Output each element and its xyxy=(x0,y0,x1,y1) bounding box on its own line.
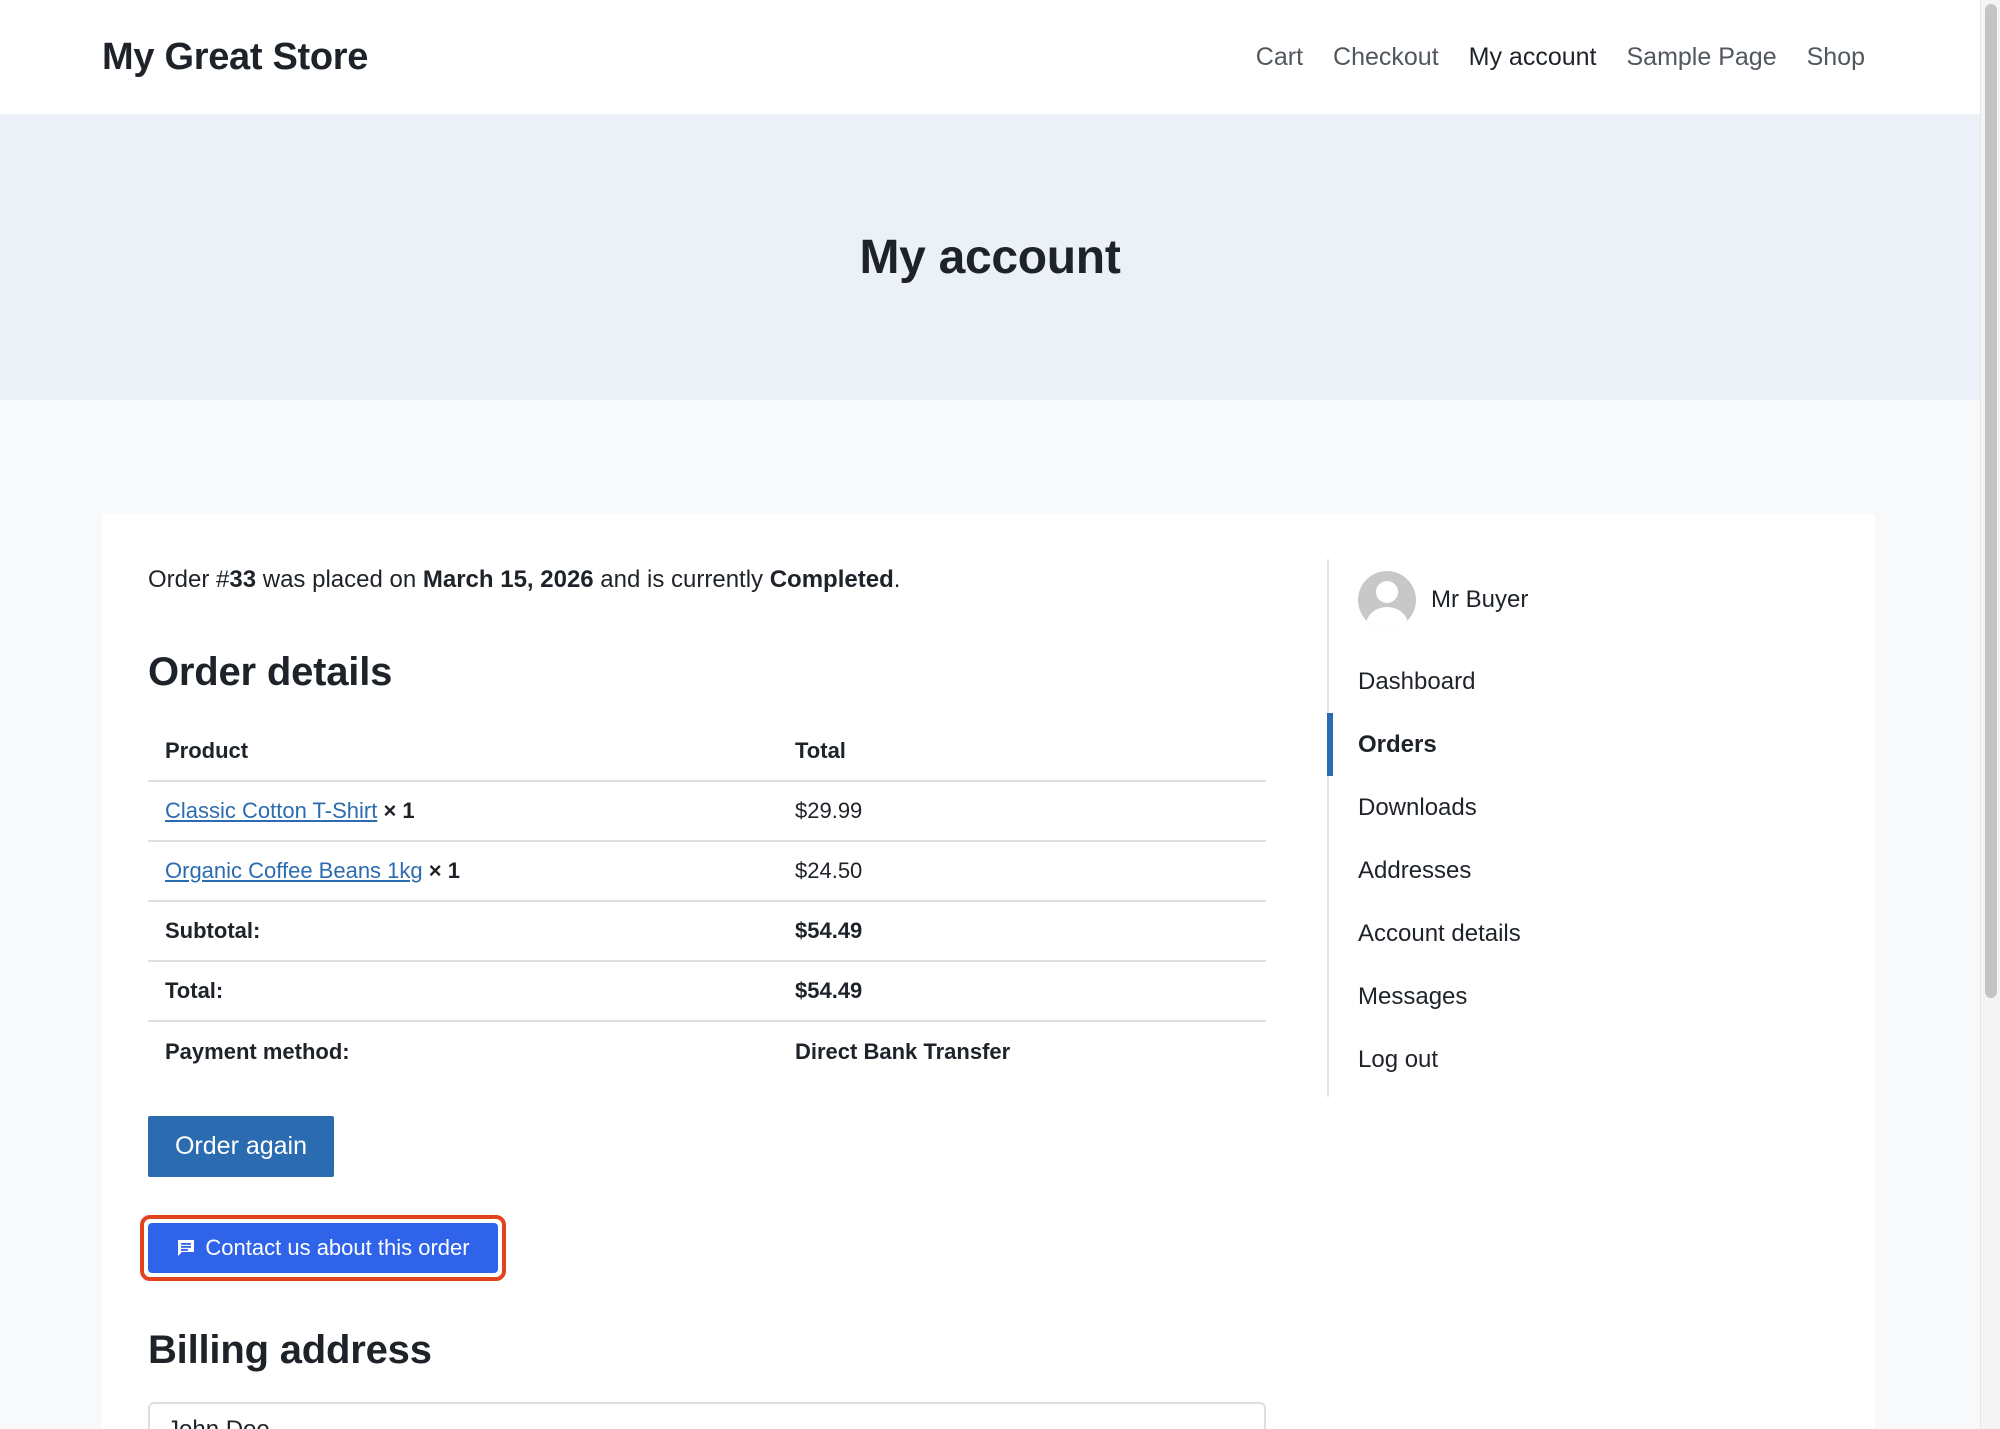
account-navigation: Mr Buyer Dashboard Orders Downloads Addr… xyxy=(1327,559,1727,1097)
account-nav-account-details[interactable]: Account details xyxy=(1329,902,1729,965)
nav-shop[interactable]: Shop xyxy=(1807,43,1865,72)
order-intro-prefix: Order # xyxy=(148,566,230,593)
order-intro-mid: was placed on xyxy=(256,566,423,593)
product-cell: Organic Coffee Beans 1kg × 1 xyxy=(148,841,778,902)
order-details-table: Product Total Classic Cotton T-Shirt × 1… xyxy=(148,721,1266,1081)
order-again-button[interactable]: Order again xyxy=(148,1116,334,1177)
scrollbar-thumb[interactable] xyxy=(1985,4,1997,998)
order-intro-mid2: and is currently xyxy=(593,566,770,593)
product-total: $24.50 xyxy=(778,841,1266,902)
site-header: My Great Store Cart Checkout My account … xyxy=(0,0,1980,114)
main-nav: Cart Checkout My account Sample Page Sho… xyxy=(1256,43,1865,72)
account-nav-addresses[interactable]: Addresses xyxy=(1329,839,1729,902)
page-title: My account xyxy=(859,230,1121,284)
account-nav-log-out[interactable]: Log out xyxy=(1329,1028,1729,1091)
product-quantity: × 1 xyxy=(428,858,460,883)
account-nav-dashboard[interactable]: Dashboard xyxy=(1329,650,1729,713)
contact-button-label: Contact us about this order xyxy=(205,1235,470,1260)
page: My Great Store Cart Checkout My account … xyxy=(0,0,2000,1429)
column-header-total: Total xyxy=(778,721,1266,782)
contact-about-order-button[interactable]: Contact us about this order xyxy=(148,1223,498,1273)
product-total: $29.99 xyxy=(778,781,1266,842)
vertical-scrollbar[interactable] xyxy=(1980,0,2000,1429)
account-nav-list: Dashboard Orders Downloads Addresses Acc… xyxy=(1327,650,1729,1091)
table-row: Organic Coffee Beans 1kg × 1 $24.50 xyxy=(148,841,1266,902)
nav-checkout[interactable]: Checkout xyxy=(1333,43,1439,72)
nav-my-account[interactable]: My account xyxy=(1469,43,1597,72)
nav-sample-page[interactable]: Sample Page xyxy=(1627,43,1777,72)
total-label: Total: xyxy=(148,961,778,1022)
billing-address-heading: Billing address xyxy=(148,1328,432,1372)
account-nav-downloads[interactable]: Downloads xyxy=(1329,776,1729,839)
chat-bubble-icon xyxy=(176,1238,196,1258)
table-row: Payment method: Direct Bank Transfer xyxy=(148,1021,1266,1081)
product-link[interactable]: Organic Coffee Beans 1kg xyxy=(165,858,423,883)
subtotal-value: $54.49 xyxy=(778,901,1266,962)
account-content-card: Order #33 was placed on March 15, 2026 a… xyxy=(102,514,1875,1429)
page-hero: My account xyxy=(0,114,1980,400)
order-date: March 15, 2026 xyxy=(422,566,594,593)
account-nav-orders[interactable]: Orders xyxy=(1327,713,1729,776)
site-title[interactable]: My Great Store xyxy=(102,36,368,79)
subtotal-label: Subtotal: xyxy=(148,901,778,962)
payment-method-value: Direct Bank Transfer xyxy=(795,1038,1011,1064)
nav-cart[interactable]: Cart xyxy=(1256,43,1303,72)
table-header-row: Product Total xyxy=(148,721,1266,782)
order-intro-end: . xyxy=(893,566,901,593)
product-quantity: × 1 xyxy=(383,798,415,823)
order-details-heading: Order details xyxy=(148,650,393,694)
product-link[interactable]: Classic Cotton T-Shirt xyxy=(165,798,377,823)
billing-address-box: John Doe xyxy=(148,1402,1266,1429)
total-value: $54.49 xyxy=(778,961,1266,1022)
contact-button-highlight: Contact us about this order xyxy=(140,1215,506,1281)
user-name: Mr Buyer xyxy=(1431,586,1529,613)
user-info: Mr Buyer xyxy=(1358,571,1528,629)
table-row: Classic Cotton T-Shirt × 1 $29.99 xyxy=(148,781,1266,842)
billing-name: John Doe xyxy=(167,1416,270,1429)
table-row: Total: $54.49 xyxy=(148,961,1266,1022)
order-intro: Order #33 was placed on March 15, 2026 a… xyxy=(148,566,900,594)
account-nav-messages[interactable]: Messages xyxy=(1329,965,1729,1028)
order-status: Completed xyxy=(769,566,894,593)
user-avatar-icon xyxy=(1358,571,1416,629)
order-number: 33 xyxy=(229,566,257,593)
table-row: Subtotal: $54.49 xyxy=(148,901,1266,962)
payment-method-label: Payment method: xyxy=(165,1038,350,1064)
product-cell: Classic Cotton T-Shirt × 1 xyxy=(148,781,778,842)
column-header-product: Product xyxy=(148,721,778,782)
